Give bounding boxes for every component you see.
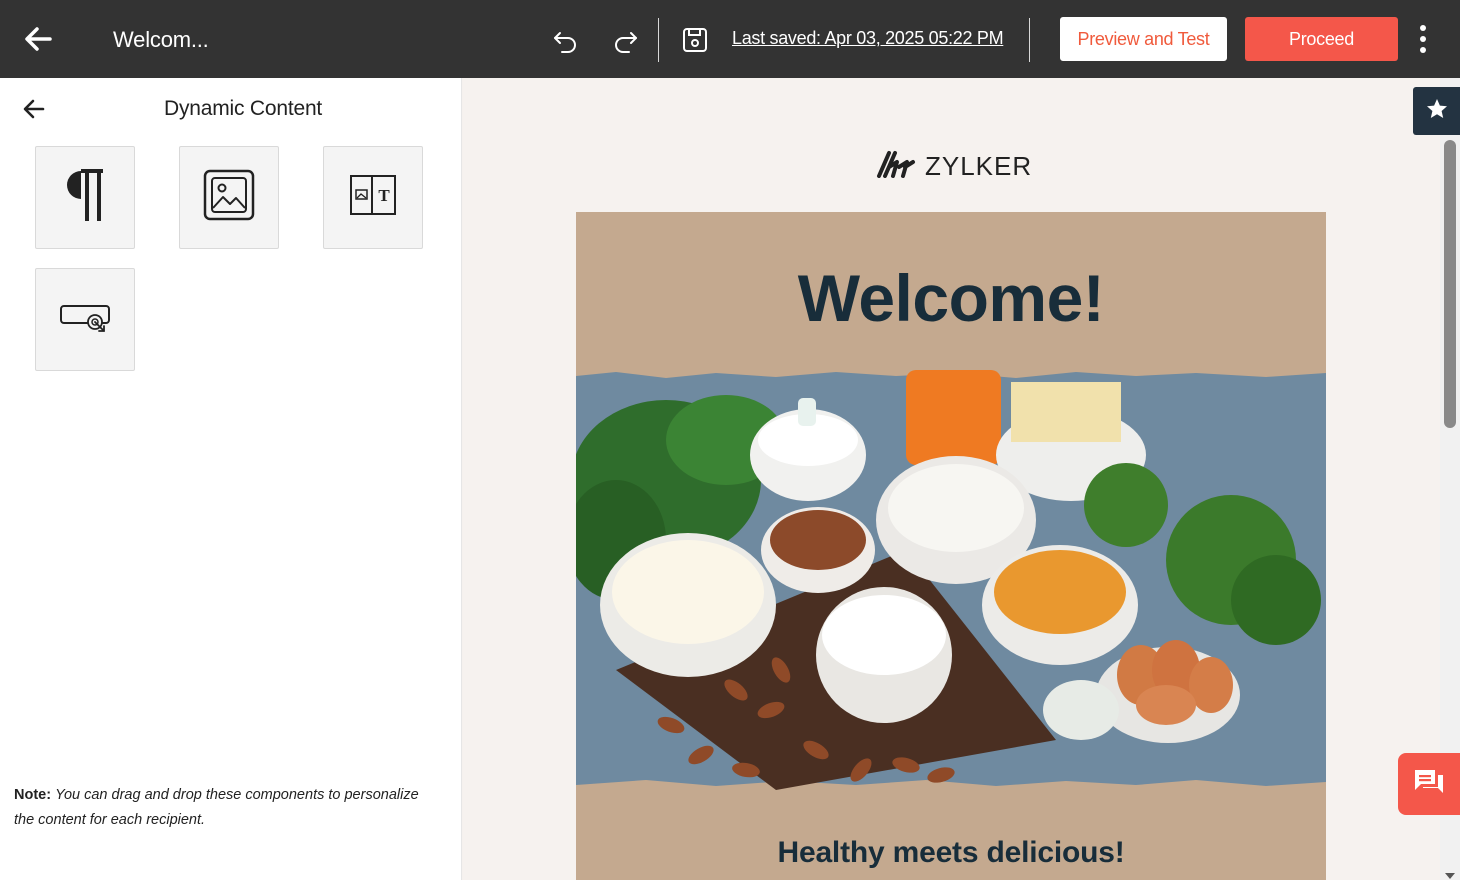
preview-and-test-button[interactable]: Preview and Test bbox=[1060, 17, 1227, 61]
campaign-title[interactable]: Welcom... bbox=[113, 27, 209, 53]
image-icon bbox=[202, 168, 256, 227]
brand-logo[interactable]: ZYLKER bbox=[875, 150, 1032, 182]
panel-note: Note: You can drag and drop these compon… bbox=[14, 783, 434, 833]
note-label: Note: bbox=[14, 787, 52, 803]
email-heading[interactable]: Welcome! bbox=[576, 260, 1326, 336]
scroll-down-arrow-icon[interactable] bbox=[1443, 868, 1457, 879]
back-arrow-icon[interactable] bbox=[22, 24, 54, 54]
star-icon bbox=[1425, 97, 1449, 126]
favorite-star-button[interactable] bbox=[1413, 87, 1460, 135]
undo-icon[interactable] bbox=[550, 25, 580, 55]
dynamic-content-panel: Dynamic Content T Note: You can drag and… bbox=[0, 78, 462, 880]
proceed-button[interactable]: Proceed bbox=[1245, 17, 1398, 61]
redo-icon[interactable] bbox=[611, 25, 641, 55]
logo-text: ZYLKER bbox=[925, 150, 1033, 181]
zylker-logo-icon bbox=[875, 150, 917, 183]
button-component-tile[interactable] bbox=[35, 268, 135, 371]
toolbar-divider bbox=[1029, 18, 1030, 62]
last-saved-link[interactable]: Last saved: Apr 03, 2025 05:22 PM bbox=[732, 28, 1004, 49]
text-component-tile[interactable] bbox=[35, 146, 135, 249]
scrollbar-thumb[interactable] bbox=[1444, 140, 1456, 428]
chat-icon bbox=[1413, 767, 1445, 802]
save-icon[interactable] bbox=[681, 25, 709, 55]
panel-title: Dynamic Content bbox=[164, 97, 323, 120]
image-text-component-tile[interactable]: T bbox=[323, 146, 423, 249]
email-canvas: ZYLKER Welcome! Healthy meets delicious! bbox=[463, 78, 1440, 880]
image-text-icon: T bbox=[349, 174, 397, 221]
top-bar: Welcom... Last saved: Apr 03, 2025 05:22… bbox=[0, 0, 1460, 78]
button-click-icon bbox=[58, 300, 112, 339]
email-subheading[interactable]: Healthy meets delicious! bbox=[576, 836, 1326, 870]
chat-support-button[interactable] bbox=[1398, 753, 1460, 815]
note-text: You can drag and drop these components t… bbox=[14, 787, 419, 828]
svg-text:T: T bbox=[378, 186, 390, 205]
paragraph-icon bbox=[59, 165, 111, 230]
email-body: Welcome! Healthy meets delicious! bbox=[566, 212, 1326, 880]
image-component-tile[interactable] bbox=[179, 146, 279, 249]
more-options-icon[interactable] bbox=[1412, 23, 1434, 55]
hero-image[interactable] bbox=[566, 370, 1326, 790]
back-arrow-icon[interactable] bbox=[22, 98, 46, 120]
toolbar-divider bbox=[658, 18, 659, 62]
